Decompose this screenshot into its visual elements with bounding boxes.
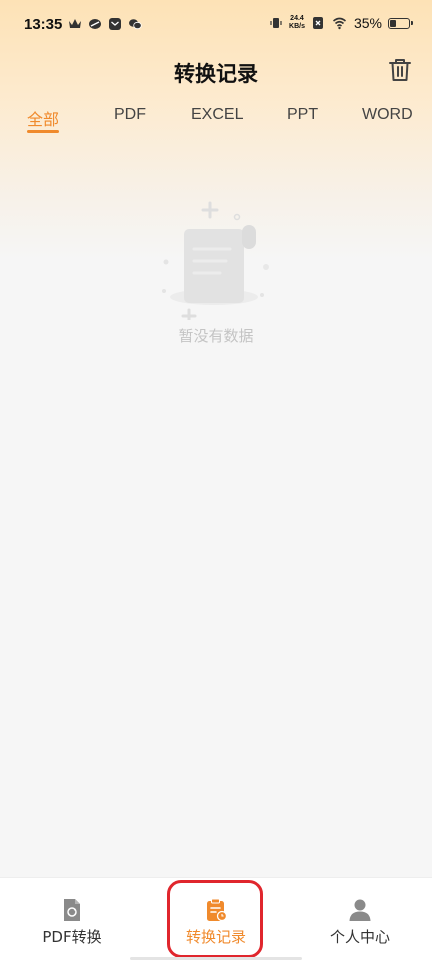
delete-records-button[interactable] — [386, 56, 414, 84]
nav-label-conversion-records: 转换记录 — [185, 928, 246, 946]
nav-label-pdf-convert: PDF转换 — [42, 928, 102, 946]
network-speed-unit: KB/s — [289, 23, 305, 30]
nav-personal-center[interactable]: 个人中心 — [288, 878, 432, 964]
network-speed: 24.4 KB/s — [289, 15, 305, 31]
empty-document-icon — [162, 201, 269, 320]
home-indicator — [130, 957, 302, 960]
clipboard-record-icon — [207, 898, 228, 922]
tab-pdf[interactable]: PDF — [114, 106, 146, 124]
bottom-navigation: PDF转换 转换记录 个人中心 — [0, 877, 432, 964]
notification-icons — [68, 17, 142, 31]
mail-app-icon — [109, 18, 121, 30]
status-bar: 13:35 24.4 KB/s 35% — [0, 0, 432, 50]
active-tab-indicator — [27, 130, 59, 133]
battery-percent: 35% — [353, 15, 382, 31]
wechat-icon — [129, 19, 142, 30]
app-notification-icon — [89, 19, 101, 29]
user-icon — [349, 899, 371, 921]
tab-excel[interactable]: EXCEL — [191, 106, 243, 124]
battery-icon — [388, 17, 413, 29]
crown-icon — [69, 19, 81, 28]
empty-state: 暂没有数据 — [150, 195, 282, 355]
category-tabs: 全部 PDF EXCEL PPT WORD — [0, 100, 432, 140]
battery-level-fill — [390, 19, 396, 27]
vibrate-icon — [270, 18, 282, 28]
sim-off-icon — [312, 17, 323, 29]
network-speed-value: 24.4 — [290, 15, 304, 22]
page-header: 转换记录 — [0, 50, 432, 92]
page-title: 转换记录 — [174, 62, 258, 86]
file-convert-icon — [64, 899, 80, 921]
nav-conversion-records[interactable]: 转换记录 — [144, 878, 288, 964]
tab-all[interactable]: 全部 — [27, 106, 59, 130]
wifi-icon — [332, 17, 346, 30]
empty-message: 暂没有数据 — [178, 327, 254, 345]
nav-label-personal-center: 个人中心 — [329, 928, 390, 946]
tab-word[interactable]: WORD — [362, 106, 413, 124]
status-time: 13:35 — [24, 16, 63, 33]
status-right-icons: 24.4 KB/s 35% — [269, 15, 413, 31]
trash-icon — [389, 59, 411, 81]
nav-pdf-convert[interactable]: PDF转换 — [0, 878, 144, 964]
tab-ppt[interactable]: PPT — [287, 106, 318, 124]
